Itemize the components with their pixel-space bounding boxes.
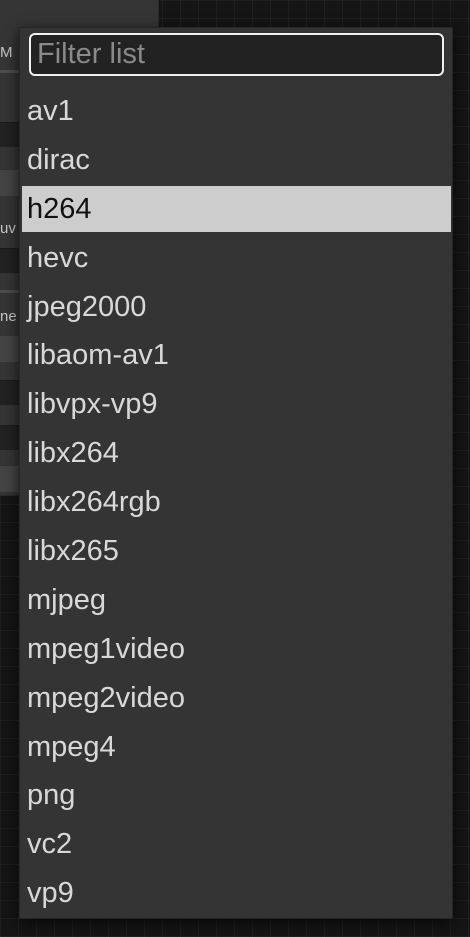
list-item-mpeg4[interactable]: mpeg4 — [20, 723, 452, 772]
list-item-jpeg2000[interactable]: jpeg2000 — [20, 283, 452, 332]
list-item-vc2[interactable]: vc2 — [20, 820, 452, 869]
list-item-mpeg1video[interactable]: mpeg1video — [20, 625, 452, 674]
node-label-fragment: M — [0, 44, 13, 61]
list-item-libx264rgb[interactable]: libx264rgb — [20, 478, 452, 527]
list-item-mjpeg[interactable]: mjpeg — [20, 576, 452, 625]
list-item-libx264[interactable]: libx264 — [20, 429, 452, 478]
filter-list-input[interactable] — [29, 33, 444, 76]
list-item-vp9[interactable]: vp9 — [20, 869, 452, 918]
list-item-dirac[interactable]: dirac — [20, 136, 452, 185]
codec-dropdown: av1 dirac h264 hevc jpeg2000 libaom-av1 … — [19, 27, 453, 919]
list-item-libaom-av1[interactable]: libaom-av1 — [20, 331, 452, 380]
list-item-libx265[interactable]: libx265 — [20, 527, 452, 576]
list-item-libvpx-vp9[interactable]: libvpx-vp9 — [20, 380, 452, 429]
list-item-mpeg2video[interactable]: mpeg2video — [20, 674, 452, 723]
codec-list: av1 dirac h264 hevc jpeg2000 libaom-av1 … — [20, 87, 452, 918]
list-item-png[interactable]: png — [20, 771, 452, 820]
node-label-fragment: uv — [0, 220, 16, 237]
list-item-h264-selected[interactable]: h264 — [22, 186, 451, 233]
list-item-hevc[interactable]: hevc — [20, 234, 452, 283]
node-label-fragment: ne — [0, 308, 17, 325]
list-item-av1[interactable]: av1 — [20, 87, 452, 136]
